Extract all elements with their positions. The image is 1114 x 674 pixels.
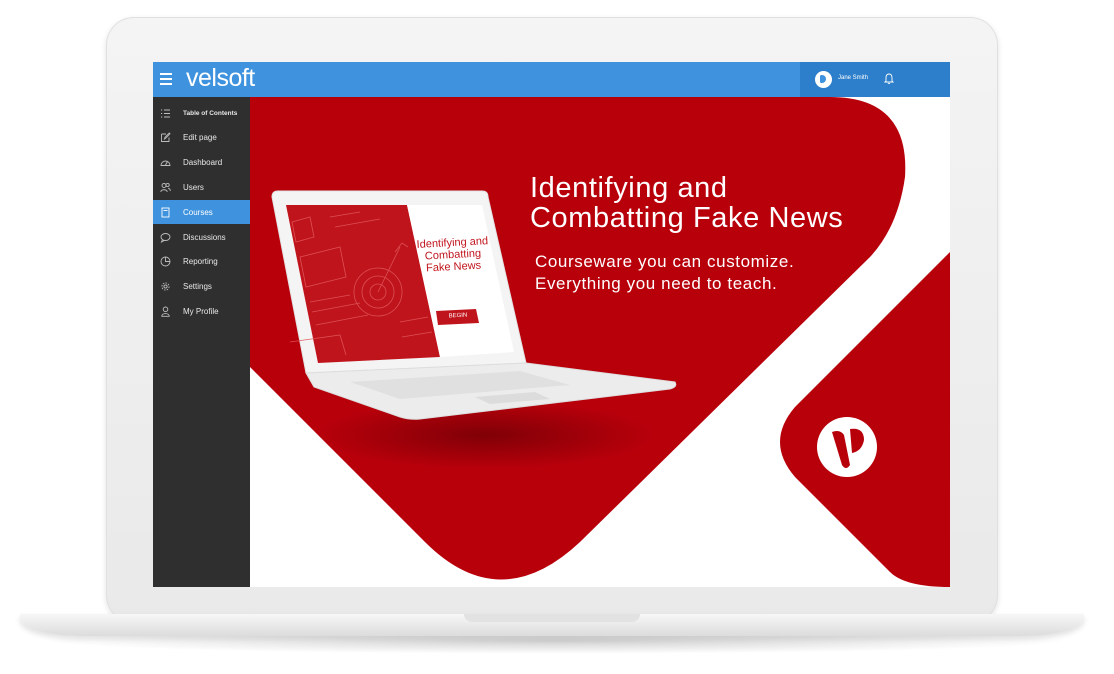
laptop-notch bbox=[464, 614, 640, 622]
sidebar-item-users[interactable]: Users bbox=[153, 175, 250, 199]
sidebar-item-label: Courses bbox=[183, 208, 213, 217]
sidebar-item-label: Table of Contents bbox=[183, 110, 238, 117]
sidebar-item-dashboard[interactable]: Dashboard bbox=[153, 150, 250, 174]
course-title-line: Combatting Fake News bbox=[530, 202, 844, 234]
sidebar-item-label: My Profile bbox=[183, 307, 219, 316]
course-subtitle-line: Everything you need to teach. bbox=[535, 274, 778, 293]
sidebar-item-label: Users bbox=[183, 183, 204, 192]
sidebar-item-label: Reporting bbox=[183, 257, 218, 266]
sidebar-item-edit-page[interactable]: Edit page bbox=[153, 125, 250, 149]
sidebar-item-table-of-contents[interactable]: Table of Contents bbox=[153, 101, 250, 125]
app-screen: velsoft Jane Smith Table of Contents Edi… bbox=[153, 62, 950, 587]
course-title: Identifying and Combatting Fake News bbox=[530, 173, 890, 233]
gear-icon bbox=[161, 282, 170, 291]
course-title-line: Identifying and bbox=[530, 172, 728, 204]
sidebar-item-my-profile[interactable]: My Profile bbox=[153, 299, 250, 323]
sidebar-item-label: Discussions bbox=[183, 233, 226, 242]
hamburger-menu-icon[interactable] bbox=[160, 73, 172, 85]
sidebar-item-settings[interactable]: Settings bbox=[153, 274, 250, 298]
course-subtitle: Courseware you can customize. Everything… bbox=[535, 251, 875, 295]
velsoft-logo-icon bbox=[817, 417, 877, 477]
sidebar-item-discussions[interactable]: Discussions bbox=[153, 225, 250, 249]
chat-icon bbox=[160, 233, 171, 243]
sidebar-item-reporting[interactable]: Reporting bbox=[153, 249, 250, 273]
sidebar-item-label: Settings bbox=[183, 282, 212, 291]
book-icon bbox=[161, 207, 170, 218]
user-name-dropdown[interactable]: Jane Smith bbox=[838, 75, 868, 81]
dashboard-icon bbox=[160, 160, 171, 166]
mini-course-title: Identifying and Combatting Fake News bbox=[413, 235, 493, 275]
course-subtitle-line: Courseware you can customize. bbox=[535, 252, 795, 271]
user-icon bbox=[161, 306, 170, 317]
list-icon bbox=[161, 109, 170, 118]
brand-logo[interactable]: velsoft bbox=[186, 64, 255, 93]
pie-chart-icon bbox=[160, 256, 171, 267]
bell-icon[interactable] bbox=[884, 73, 894, 85]
sidebar-item-label: Dashboard bbox=[183, 158, 223, 167]
sidebar: Table of Contents Edit page Dashboard Us… bbox=[153, 97, 250, 587]
course-cover-content: Identifying and Combatting Fake News Cou… bbox=[250, 97, 950, 587]
users-icon bbox=[160, 182, 171, 193]
user-avatar[interactable] bbox=[815, 71, 832, 88]
sidebar-item-label: Edit page bbox=[183, 133, 217, 142]
cover-background bbox=[250, 97, 950, 587]
sidebar-item-courses[interactable]: Courses bbox=[153, 200, 250, 224]
edit-icon bbox=[161, 132, 171, 142]
